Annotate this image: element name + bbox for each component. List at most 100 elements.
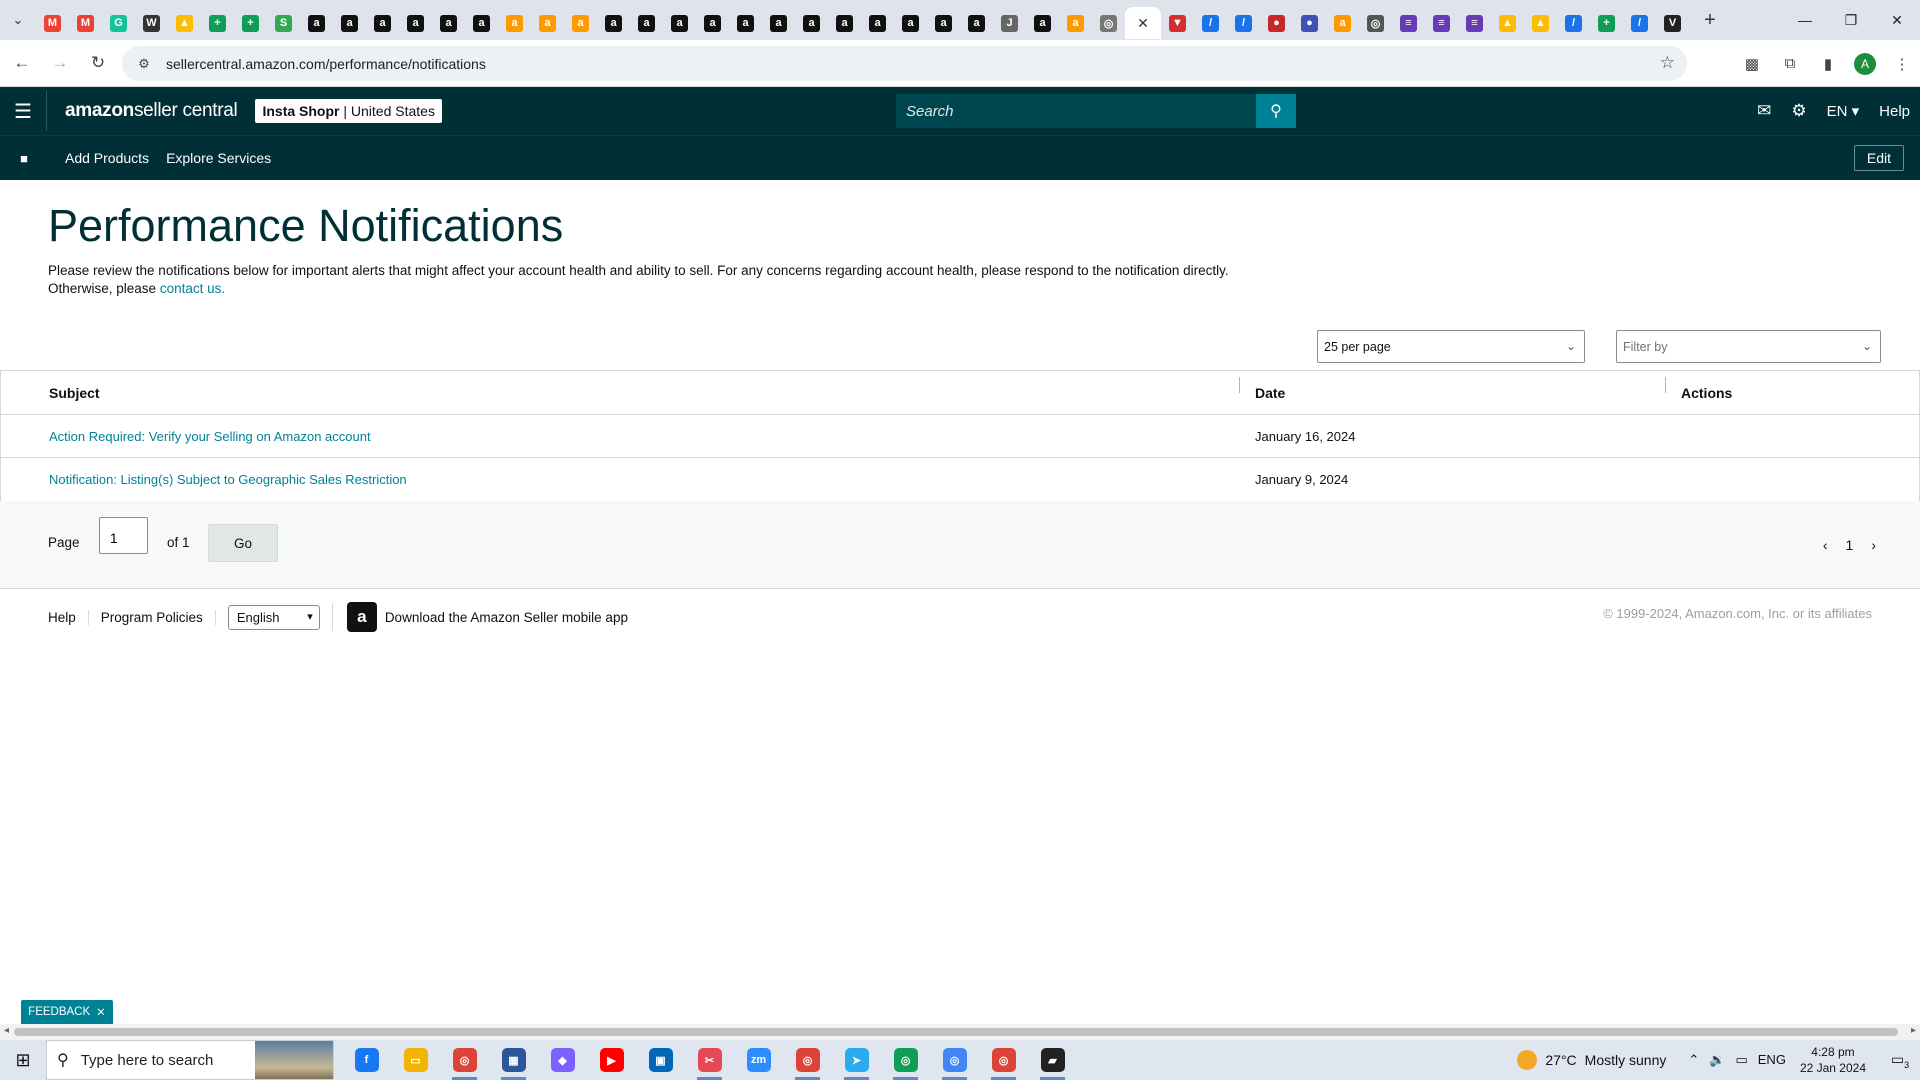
browser-tab[interactable]: J bbox=[993, 7, 1026, 39]
browser-tab[interactable]: a bbox=[498, 7, 531, 39]
go-button[interactable]: Go bbox=[208, 524, 278, 562]
notification-center-icon[interactable]: ▭3 bbox=[1880, 1051, 1920, 1070]
weather-widget[interactable]: 27°C Mostly sunny bbox=[1517, 1050, 1666, 1070]
browser-tab[interactable]: ▲ bbox=[1524, 7, 1557, 39]
browser-menu-icon[interactable]: ⋮ bbox=[1890, 52, 1914, 76]
browser-tab[interactable]: ≡ bbox=[1392, 7, 1425, 39]
page-number-input[interactable] bbox=[99, 517, 148, 554]
browser-tab[interactable]: a bbox=[663, 7, 696, 39]
notification-link[interactable]: Notification: Listing(s) Subject to Geog… bbox=[49, 472, 407, 487]
network-icon[interactable]: ▭ bbox=[1735, 1052, 1747, 1068]
chevron-up-icon[interactable]: ⌃ bbox=[1688, 1052, 1699, 1068]
browser-tab[interactable]: a bbox=[432, 7, 465, 39]
browser-tab[interactable]: S bbox=[267, 7, 300, 39]
taskbar-app[interactable]: zm bbox=[734, 1040, 783, 1080]
scroll-left-icon[interactable]: ◂ bbox=[4, 1025, 9, 1036]
taskbar-app[interactable]: ◎ bbox=[979, 1040, 1028, 1080]
browser-tab[interactable]: W bbox=[135, 7, 168, 39]
browser-tab[interactable]: ● bbox=[1293, 7, 1326, 39]
input-language[interactable]: ENG bbox=[1758, 1052, 1786, 1068]
back-arrow-icon[interactable]: ← bbox=[6, 47, 38, 79]
search-input[interactable] bbox=[896, 94, 1256, 128]
browser-tab[interactable]: a bbox=[465, 7, 498, 39]
browser-tab[interactable]: a bbox=[894, 7, 927, 39]
chevron-left-icon[interactable]: ‹ bbox=[1823, 537, 1828, 553]
language-selector[interactable]: EN ▾ bbox=[1827, 102, 1860, 120]
tab-search-dropdown-icon[interactable]: ⌄ bbox=[0, 0, 36, 40]
profile-avatar[interactable]: A bbox=[1854, 52, 1876, 75]
new-tab-button[interactable]: + bbox=[1695, 9, 1725, 32]
taskbar-app[interactable]: ➤ bbox=[832, 1040, 881, 1080]
browser-tab[interactable]: ≡ bbox=[1425, 7, 1458, 39]
browser-tab[interactable]: a bbox=[333, 7, 366, 39]
horizontal-scrollbar[interactable]: ◂ ▸ bbox=[0, 1024, 1920, 1040]
browser-tab[interactable]: a bbox=[597, 7, 630, 39]
header-subject[interactable]: Subject bbox=[1, 385, 1239, 401]
close-tab-icon[interactable]: ✕ bbox=[1137, 15, 1149, 32]
browser-tab[interactable]: ▲ bbox=[168, 7, 201, 39]
extension-off-icon[interactable]: ▩ bbox=[1740, 52, 1764, 76]
browser-tab[interactable]: ▼ bbox=[1161, 7, 1194, 39]
taskbar-app[interactable]: ◎ bbox=[440, 1040, 489, 1080]
browser-tab[interactable]: a bbox=[960, 7, 993, 39]
browser-tab[interactable]: / bbox=[1194, 7, 1227, 39]
scrollbar-thumb[interactable] bbox=[14, 1028, 1898, 1036]
taskbar-app[interactable]: ▰ bbox=[1028, 1040, 1077, 1080]
search-button[interactable]: ⚲ bbox=[1256, 94, 1296, 128]
browser-tab[interactable]: / bbox=[1227, 7, 1260, 39]
bookmark-icon[interactable]: ■ bbox=[0, 151, 48, 166]
site-settings-icon[interactable]: ⚙ bbox=[128, 56, 160, 72]
reload-icon[interactable]: ↻ bbox=[82, 47, 114, 79]
browser-tab[interactable]: a bbox=[1059, 7, 1092, 39]
browser-tab[interactable]: a bbox=[564, 7, 597, 39]
browser-tab[interactable]: + bbox=[201, 7, 234, 39]
notification-link[interactable]: Action Required: Verify your Selling on … bbox=[49, 429, 371, 444]
footer-program-policies-link[interactable]: Program Policies bbox=[89, 609, 216, 625]
feedback-tab[interactable]: FEEDBACK ✕ bbox=[21, 1000, 113, 1024]
subnav-add-products[interactable]: Add Products bbox=[65, 150, 149, 166]
footer-help-link[interactable]: Help bbox=[36, 609, 89, 625]
browser-tab[interactable]: a bbox=[1026, 7, 1059, 39]
store-switcher[interactable]: Insta Shopr | United States bbox=[255, 99, 442, 123]
filter-select[interactable]: Filter by ⌄ bbox=[1616, 330, 1881, 363]
browser-tab[interactable]: / bbox=[1557, 7, 1590, 39]
download-app-link[interactable]: Download the Amazon Seller mobile app bbox=[385, 610, 628, 625]
browser-tab[interactable]: a bbox=[531, 7, 564, 39]
taskbar-search[interactable]: ⚲ Type here to search bbox=[46, 1040, 334, 1080]
extensions-puzzle-icon[interactable]: ⧉ bbox=[1778, 52, 1802, 76]
browser-tab[interactable]: + bbox=[234, 7, 267, 39]
scroll-right-icon[interactable]: ▸ bbox=[1911, 1025, 1916, 1036]
browser-tab[interactable]: a bbox=[696, 7, 729, 39]
taskbar-app[interactable]: ◆ bbox=[538, 1040, 587, 1080]
active-tab[interactable]: ✕ bbox=[1125, 7, 1161, 39]
gear-icon[interactable]: ⚙ bbox=[1791, 101, 1806, 121]
taskbar-app[interactable]: ✂ bbox=[685, 1040, 734, 1080]
url-text[interactable]: sellercentral.amazon.com/performance/not… bbox=[166, 56, 486, 72]
browser-tab[interactable]: a bbox=[399, 7, 432, 39]
seller-central-logo[interactable]: amazon seller central bbox=[46, 91, 238, 131]
browser-tab[interactable]: a bbox=[630, 7, 663, 39]
close-window-icon[interactable]: ✕ bbox=[1874, 0, 1920, 40]
taskbar-app[interactable]: ▭ bbox=[391, 1040, 440, 1080]
taskbar-app[interactable]: ◎ bbox=[881, 1040, 930, 1080]
hamburger-menu-icon[interactable]: ☰ bbox=[0, 99, 46, 124]
amazon-app-icon[interactable]: a bbox=[346, 602, 377, 632]
taskbar-app[interactable]: ▶ bbox=[587, 1040, 636, 1080]
browser-tab[interactable]: ≡ bbox=[1458, 7, 1491, 39]
footer-language-select[interactable]: English ▾ bbox=[227, 604, 320, 630]
browser-tab[interactable]: M bbox=[36, 7, 69, 39]
side-panel-icon[interactable]: ▮ bbox=[1816, 52, 1840, 76]
browser-tab[interactable]: a bbox=[795, 7, 828, 39]
taskbar-app[interactable]: f bbox=[342, 1040, 391, 1080]
browser-tab[interactable]: G bbox=[102, 7, 135, 39]
browser-tab[interactable]: V bbox=[1656, 7, 1689, 39]
close-icon[interactable]: ✕ bbox=[96, 1005, 106, 1019]
browser-tab[interactable]: a bbox=[1326, 7, 1359, 39]
taskbar-app[interactable]: ◎ bbox=[930, 1040, 979, 1080]
minimize-icon[interactable]: — bbox=[1782, 0, 1828, 40]
browser-tab[interactable]: a bbox=[927, 7, 960, 39]
bookmark-star-icon[interactable]: ☆ bbox=[1660, 53, 1675, 73]
browser-tab[interactable]: M bbox=[69, 7, 102, 39]
browser-tab[interactable]: a bbox=[366, 7, 399, 39]
header-date[interactable]: Date bbox=[1239, 376, 1665, 401]
